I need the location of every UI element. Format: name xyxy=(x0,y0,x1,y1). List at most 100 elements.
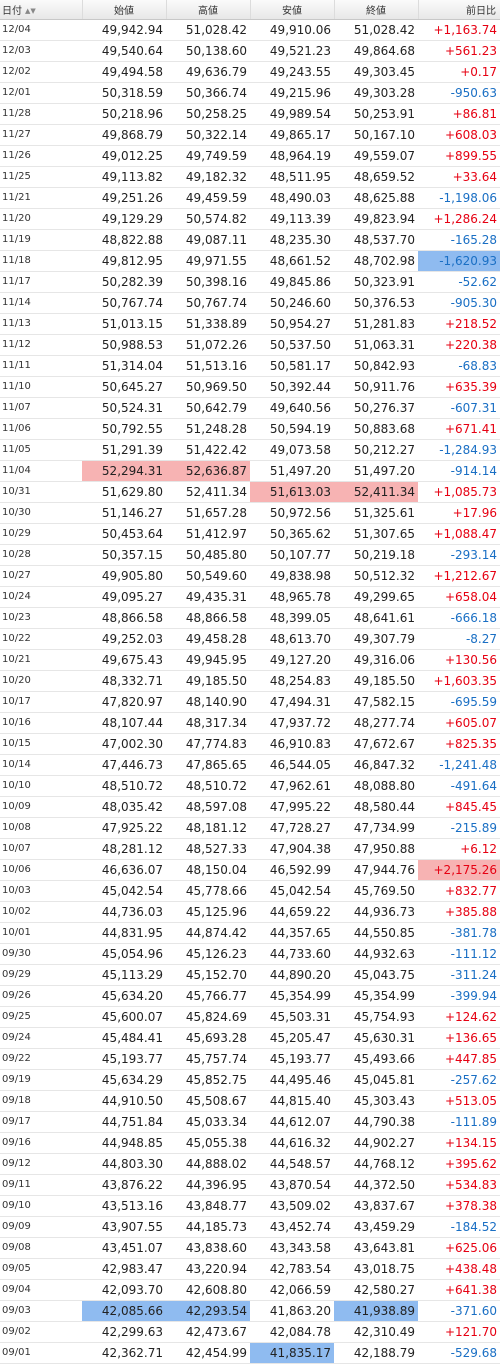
date-cell: 11/12 xyxy=(0,334,82,356)
table-row: 09/29 45,113.29 45,152.70 44,890.20 45,043.7… xyxy=(0,964,500,986)
high-cell: 45,778.66 xyxy=(166,880,250,902)
close-cell: 49,185.50 xyxy=(334,670,418,692)
date-cell: 11/04 xyxy=(0,460,82,482)
open-cell: 48,332.71 xyxy=(82,670,166,692)
open-cell: 49,540.64 xyxy=(82,40,166,62)
date-cell: 10/24 xyxy=(0,586,82,608)
table-row: 10/24 49,095.27 49,435.31 48,965.78 49,299.6… xyxy=(0,586,500,608)
low-column-header[interactable]: 安値 xyxy=(250,0,335,20)
open-cell: 45,042.54 xyxy=(82,880,166,902)
change-cell: -666.18 xyxy=(418,607,500,629)
date-column-header[interactable]: 日付 ▲▼ xyxy=(0,0,83,20)
table-row: 11/12 50,988.53 51,072.26 50,537.50 51,063.3… xyxy=(0,334,500,356)
table-row: 10/08 47,925.22 48,181.12 47,728.27 47,734.9… xyxy=(0,817,500,839)
date-cell: 09/16 xyxy=(0,1132,82,1154)
table-row: 11/27 49,868.79 50,322.14 49,865.17 50,167.1… xyxy=(0,124,500,146)
open-cell: 52,294.31 xyxy=(82,460,166,482)
close-cell: 41,938.89 xyxy=(334,1300,418,1322)
high-cell: 51,657.28 xyxy=(166,502,250,524)
high-cell: 47,774.83 xyxy=(166,733,250,755)
date-cell: 10/22 xyxy=(0,628,82,650)
low-cell: 45,354.99 xyxy=(250,985,334,1007)
table-row: 12/03 49,540.64 50,138.60 49,521.23 49,864.6… xyxy=(0,40,500,62)
high-column-header[interactable]: 高値 xyxy=(166,0,251,20)
table-row: 09/04 42,093.70 42,608.80 42,066.59 42,580.2… xyxy=(0,1279,500,1301)
change-cell: -68.83 xyxy=(418,355,500,377)
date-cell: 09/17 xyxy=(0,1111,82,1133)
date-cell: 10/20 xyxy=(0,670,82,692)
high-cell: 48,510.72 xyxy=(166,775,250,797)
change-cell: -381.78 xyxy=(418,922,500,944)
low-cell: 44,659.22 xyxy=(250,901,334,923)
change-cell: +845.45 xyxy=(418,796,500,818)
open-cell: 49,012.25 xyxy=(82,145,166,167)
close-cell: 51,063.31 xyxy=(334,334,418,356)
table-row: 11/05 51,291.39 51,422.42 49,073.58 50,212.2… xyxy=(0,439,500,461)
open-cell: 49,129.29 xyxy=(82,208,166,230)
sort-arrows-icon[interactable]: ▲▼ xyxy=(25,7,36,15)
close-cell: 48,641.61 xyxy=(334,607,418,629)
high-cell: 42,473.67 xyxy=(166,1321,250,1343)
table-header: 日付 ▲▼ 始値 高値 安値 終値 前日比 xyxy=(0,0,500,20)
change-column-header[interactable]: 前日比 xyxy=(418,0,500,20)
date-cell: 09/18 xyxy=(0,1090,82,1112)
change-cell: -165.28 xyxy=(418,229,500,251)
close-cell: 42,310.49 xyxy=(334,1321,418,1343)
close-cell: 47,950.88 xyxy=(334,838,418,860)
high-cell: 48,597.08 xyxy=(166,796,250,818)
table-row: 09/17 44,751.84 45,033.34 44,612.07 44,790.3… xyxy=(0,1111,500,1133)
low-cell: 47,937.72 xyxy=(250,712,334,734)
close-cell: 43,837.67 xyxy=(334,1195,418,1217)
table-row: 09/01 42,362.71 42,454.99 41,835.17 42,188.7… xyxy=(0,1342,500,1364)
low-cell: 49,243.55 xyxy=(250,61,334,83)
change-cell: +1,088.47 xyxy=(418,523,500,545)
close-cell: 48,580.44 xyxy=(334,796,418,818)
table-row: 10/10 48,510.72 48,510.72 47,962.61 48,088.8… xyxy=(0,775,500,797)
open-cell: 44,948.85 xyxy=(82,1132,166,1154)
low-cell: 45,205.47 xyxy=(250,1027,334,1049)
change-cell: -184.52 xyxy=(418,1216,500,1238)
change-cell: +641.38 xyxy=(418,1279,500,1301)
date-cell: 10/16 xyxy=(0,712,82,734)
date-cell: 10/06 xyxy=(0,859,82,881)
high-cell: 44,396.95 xyxy=(166,1174,250,1196)
date-cell: 11/25 xyxy=(0,166,82,188)
open-cell: 44,831.95 xyxy=(82,922,166,944)
change-cell: +447.85 xyxy=(418,1048,500,1070)
date-cell: 11/13 xyxy=(0,313,82,335)
change-cell: +220.38 xyxy=(418,334,500,356)
close-column-header[interactable]: 終値 xyxy=(334,0,419,20)
close-cell: 48,659.52 xyxy=(334,166,418,188)
high-cell: 47,865.65 xyxy=(166,754,250,776)
table-row: 11/10 50,645.27 50,969.50 50,392.44 50,911.7… xyxy=(0,376,500,398)
date-cell: 10/07 xyxy=(0,838,82,860)
date-cell: 11/20 xyxy=(0,208,82,230)
date-cell: 11/19 xyxy=(0,229,82,251)
date-cell: 09/25 xyxy=(0,1006,82,1028)
date-cell: 10/27 xyxy=(0,565,82,587)
open-cell: 50,645.27 xyxy=(82,376,166,398)
table-row: 10/02 44,736.03 45,125.96 44,659.22 44,936.7… xyxy=(0,901,500,923)
open-column-header[interactable]: 始値 xyxy=(82,0,167,20)
table-row: 09/19 45,634.29 45,852.75 44,495.46 45,045.8… xyxy=(0,1069,500,1091)
date-cell: 09/10 xyxy=(0,1195,82,1217)
high-cell: 48,150.04 xyxy=(166,859,250,881)
low-cell: 51,613.03 xyxy=(250,481,334,503)
change-cell: +1,603.35 xyxy=(418,670,500,692)
open-cell: 42,093.70 xyxy=(82,1279,166,1301)
close-cell: 51,281.83 xyxy=(334,313,418,335)
close-cell: 51,497.20 xyxy=(334,460,418,482)
close-cell: 50,911.76 xyxy=(334,376,418,398)
low-cell: 47,728.27 xyxy=(250,817,334,839)
close-cell: 45,043.75 xyxy=(334,964,418,986)
open-cell: 49,494.58 xyxy=(82,61,166,83)
low-cell: 49,989.54 xyxy=(250,103,334,125)
change-cell: -905.30 xyxy=(418,292,500,314)
change-cell: +561.23 xyxy=(418,40,500,62)
high-cell: 50,398.16 xyxy=(166,271,250,293)
change-cell: -257.62 xyxy=(418,1069,500,1091)
date-cell: 10/15 xyxy=(0,733,82,755)
low-cell: 48,254.83 xyxy=(250,670,334,692)
table-row: 11/04 52,294.31 52,636.87 51,497.20 51,497.2… xyxy=(0,460,500,482)
table-row: 11/26 49,012.25 49,749.59 48,964.19 49,559.0… xyxy=(0,145,500,167)
